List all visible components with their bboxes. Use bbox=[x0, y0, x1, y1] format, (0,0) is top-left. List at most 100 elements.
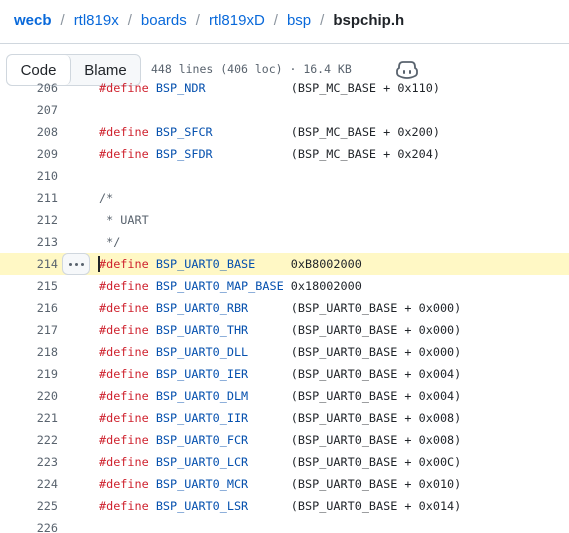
line-number[interactable]: 217 bbox=[0, 319, 58, 341]
code-line: 213 */ bbox=[0, 231, 569, 253]
breadcrumb-folder-boards[interactable]: boards bbox=[141, 12, 187, 29]
macro-name: BSP_SFDR bbox=[155, 147, 213, 161]
macro-name: BSP_UART0_RBR bbox=[155, 301, 249, 315]
code-line: 216 #define BSP_UART0_RBR (BSP_UART0_BASE… bbox=[0, 297, 569, 319]
line-source: #define BSP_SFCR (BSP_MC_BASE + 0x200) bbox=[99, 121, 440, 143]
copilot-icon[interactable] bbox=[395, 59, 419, 79]
macro-value: (BSP_MC_BASE + 0x110) bbox=[290, 82, 440, 95]
breadcrumb-separator: / bbox=[127, 11, 132, 29]
define-keyword: #define bbox=[99, 147, 149, 161]
code-line: 220 #define BSP_UART0_DLM (BSP_UART0_BASE… bbox=[0, 385, 569, 407]
line-source: #define BSP_UART0_FCR (BSP_UART0_BASE + … bbox=[99, 429, 461, 451]
define-keyword: #define bbox=[99, 323, 149, 337]
text-cursor bbox=[98, 256, 100, 272]
line-number[interactable]: 219 bbox=[0, 363, 58, 385]
line-source: #define BSP_UART0_MAP_BASE 0x18002000 bbox=[99, 275, 362, 297]
breadcrumb-folder-rtl819x[interactable]: rtl819x bbox=[74, 12, 119, 29]
line-source: #define BSP_UART0_LCR (BSP_UART0_BASE + … bbox=[99, 451, 461, 473]
line-source: #define BSP_UART0_THR (BSP_UART0_BASE + … bbox=[99, 319, 461, 341]
blame-tab-button[interactable]: Blame bbox=[71, 55, 140, 85]
macro-name: BSP_UART0_DLM bbox=[155, 389, 249, 403]
macro-value: (BSP_UART0_BASE + 0x004) bbox=[290, 367, 462, 381]
line-number[interactable]: 207 bbox=[0, 99, 58, 121]
breadcrumb-folder-rtl819xD[interactable]: rtl819xD bbox=[209, 12, 265, 29]
macro-value: (BSP_MC_BASE + 0x200) bbox=[290, 125, 440, 139]
line-number[interactable]: 211 bbox=[0, 187, 58, 209]
line-source: #define BSP_UART0_IIR (BSP_UART0_BASE + … bbox=[99, 407, 461, 429]
line-number[interactable]: 215 bbox=[0, 275, 58, 297]
line-source: #define BSP_UART0_BASE 0xB8002000 bbox=[99, 253, 362, 275]
code-line: 207 bbox=[0, 99, 569, 121]
code-tab-button[interactable]: Code bbox=[7, 55, 71, 85]
breadcrumb-separator: / bbox=[273, 11, 278, 29]
code-line: 218 #define BSP_UART0_DLL (BSP_UART0_BASE… bbox=[0, 341, 569, 363]
code-line: 215 #define BSP_UART0_MAP_BASE 0x18002000 bbox=[0, 275, 569, 297]
line-number[interactable]: 208 bbox=[0, 121, 58, 143]
line-number[interactable]: 209 bbox=[0, 143, 58, 165]
breadcrumb-repo-link[interactable]: wecb bbox=[14, 12, 52, 29]
macro-name: BSP_UART0_DLL bbox=[155, 345, 249, 359]
define-keyword: #define bbox=[99, 82, 149, 95]
macro-name: BSP_NDR bbox=[155, 82, 206, 95]
define-keyword: #define bbox=[99, 279, 149, 293]
code-line: 217 #define BSP_UART0_THR (BSP_UART0_BASE… bbox=[0, 319, 569, 341]
macro-value: 0x18002000 bbox=[290, 279, 362, 293]
breadcrumb-current-file: bspchip.h bbox=[333, 11, 405, 29]
code-line: 222 #define BSP_UART0_FCR (BSP_UART0_BASE… bbox=[0, 429, 569, 451]
line-number[interactable]: 226 bbox=[0, 517, 58, 533]
code-line: 224 #define BSP_UART0_MCR (BSP_UART0_BASE… bbox=[0, 473, 569, 495]
line-number[interactable]: 216 bbox=[0, 297, 58, 319]
line-source: #define BSP_UART0_IER (BSP_UART0_BASE + … bbox=[99, 363, 461, 385]
code-line: 225 #define BSP_UART0_LSR (BSP_UART0_BASE… bbox=[0, 495, 569, 517]
line-number[interactable]: 224 bbox=[0, 473, 58, 495]
macro-name: BSP_SFCR bbox=[155, 125, 213, 139]
define-keyword: #define bbox=[99, 125, 149, 139]
macro-value: (BSP_UART0_BASE + 0x008) bbox=[290, 411, 462, 425]
line-number[interactable]: 223 bbox=[0, 451, 58, 473]
code-line: 211 /* bbox=[0, 187, 569, 209]
line-number[interactable]: 221 bbox=[0, 407, 58, 429]
line-source: #define BSP_UART0_MCR (BSP_UART0_BASE + … bbox=[99, 473, 461, 495]
code-line: 212 * UART bbox=[0, 209, 569, 231]
code-view: 206 #define BSP_NDR (BSP_MC_BASE + 0x110)… bbox=[0, 82, 569, 533]
line-options-icon[interactable] bbox=[62, 253, 90, 275]
code-lines: 206 #define BSP_NDR (BSP_MC_BASE + 0x110)… bbox=[0, 82, 569, 533]
breadcrumb-folder-bsp[interactable]: bsp bbox=[287, 12, 311, 29]
define-keyword: #define bbox=[99, 367, 149, 381]
line-source: /* bbox=[99, 187, 113, 209]
line-number[interactable]: 218 bbox=[0, 341, 58, 363]
define-keyword: #define bbox=[99, 301, 149, 315]
line-source: #define BSP_SFDR (BSP_MC_BASE + 0x204) bbox=[99, 143, 440, 165]
line-source: * UART bbox=[99, 209, 149, 231]
file-info: 448 lines (406 loc) · 16.4 KB bbox=[151, 62, 352, 76]
define-keyword: #define bbox=[99, 345, 149, 359]
line-source: #define BSP_NDR (BSP_MC_BASE + 0x110) bbox=[99, 82, 440, 99]
line-source: #define BSP_UART0_DLM (BSP_UART0_BASE + … bbox=[99, 385, 461, 407]
macro-name: BSP_UART0_LCR bbox=[155, 455, 249, 469]
kebab-dot bbox=[80, 262, 84, 266]
line-number[interactable]: 222 bbox=[0, 429, 58, 451]
line-number[interactable]: 206 bbox=[0, 82, 58, 99]
line-number[interactable]: 214 bbox=[0, 253, 58, 275]
macro-name: BSP_UART0_THR bbox=[155, 323, 249, 337]
macro-value: 0xB8002000 bbox=[290, 257, 362, 271]
macro-value: (BSP_UART0_BASE + 0x000) bbox=[290, 323, 462, 337]
breadcrumb-separator: / bbox=[320, 11, 325, 29]
code-line: 206 #define BSP_NDR (BSP_MC_BASE + 0x110) bbox=[0, 82, 569, 99]
define-keyword: #define bbox=[99, 499, 149, 513]
line-number[interactable]: 213 bbox=[0, 231, 58, 253]
kebab-dot bbox=[68, 262, 72, 266]
line-number[interactable]: 220 bbox=[0, 385, 58, 407]
macro-value: (BSP_UART0_BASE + 0x000) bbox=[290, 301, 462, 315]
line-number[interactable]: 212 bbox=[0, 209, 58, 231]
define-keyword: #define bbox=[99, 433, 149, 447]
macro-value: (BSP_UART0_BASE + 0x010) bbox=[290, 477, 462, 491]
line-source: #define BSP_UART0_LSR (BSP_UART0_BASE + … bbox=[99, 495, 461, 517]
macro-name: BSP_UART0_FCR bbox=[155, 433, 249, 447]
breadcrumb-separator: / bbox=[60, 11, 65, 29]
code-line: 210 bbox=[0, 165, 569, 187]
code-line: 208 #define BSP_SFCR (BSP_MC_BASE + 0x200… bbox=[0, 121, 569, 143]
line-number[interactable]: 210 bbox=[0, 165, 58, 187]
line-number[interactable]: 225 bbox=[0, 495, 58, 517]
define-keyword: #define bbox=[99, 477, 149, 491]
